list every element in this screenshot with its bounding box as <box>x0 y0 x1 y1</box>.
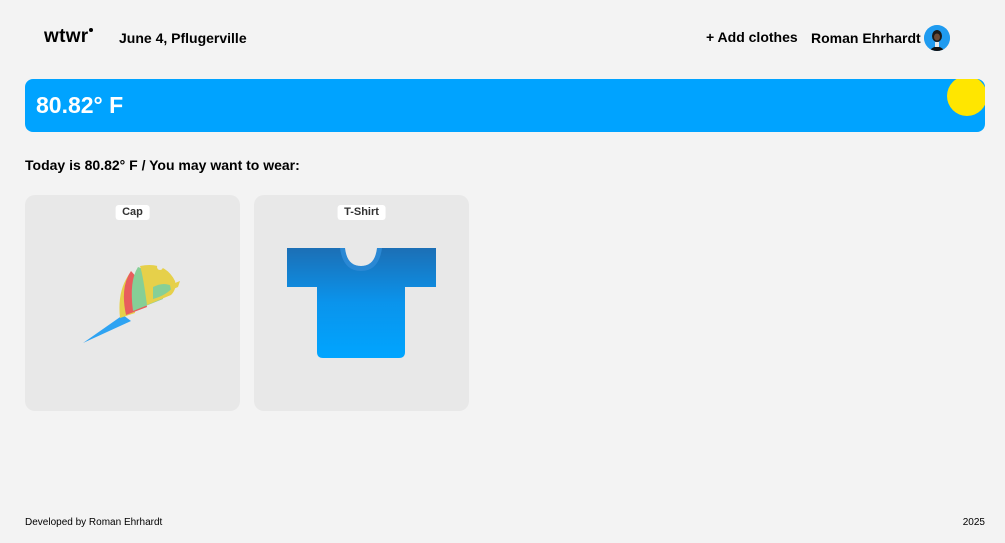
cap-icon <box>83 264 180 343</box>
footer-year: 2025 <box>962 517 985 528</box>
weather-temperature: 80.82° F <box>36 92 124 118</box>
tshirt-icon <box>287 248 436 358</box>
avatar[interactable] <box>924 25 950 51</box>
sun-icon <box>947 79 985 116</box>
card-label: T-Shirt <box>337 205 386 220</box>
date-location: June 4, Pflugerville <box>119 30 247 46</box>
recommendation-text: Today is 80.82° F / You may want to wear… <box>25 157 300 173</box>
card-cap[interactable]: Cap <box>25 195 240 411</box>
username[interactable]: Roman Ehrhardt <box>811 30 921 46</box>
logo[interactable]: wtwr <box>44 26 94 48</box>
avatar-icon <box>924 25 950 51</box>
footer-credit: Developed by Roman Ehrhardt <box>25 517 163 528</box>
card-tshirt[interactable]: T-Shirt <box>254 195 469 411</box>
card-label: Cap <box>115 205 150 220</box>
header: wtwr June 4, Pflugerville + Add clothes … <box>0 0 1005 78</box>
logo-dot <box>89 28 94 32</box>
add-clothes-button[interactable]: + Add clothes <box>706 29 798 45</box>
weather-banner: 80.82° F <box>25 79 985 132</box>
logo-text: wtwr <box>44 26 89 47</box>
